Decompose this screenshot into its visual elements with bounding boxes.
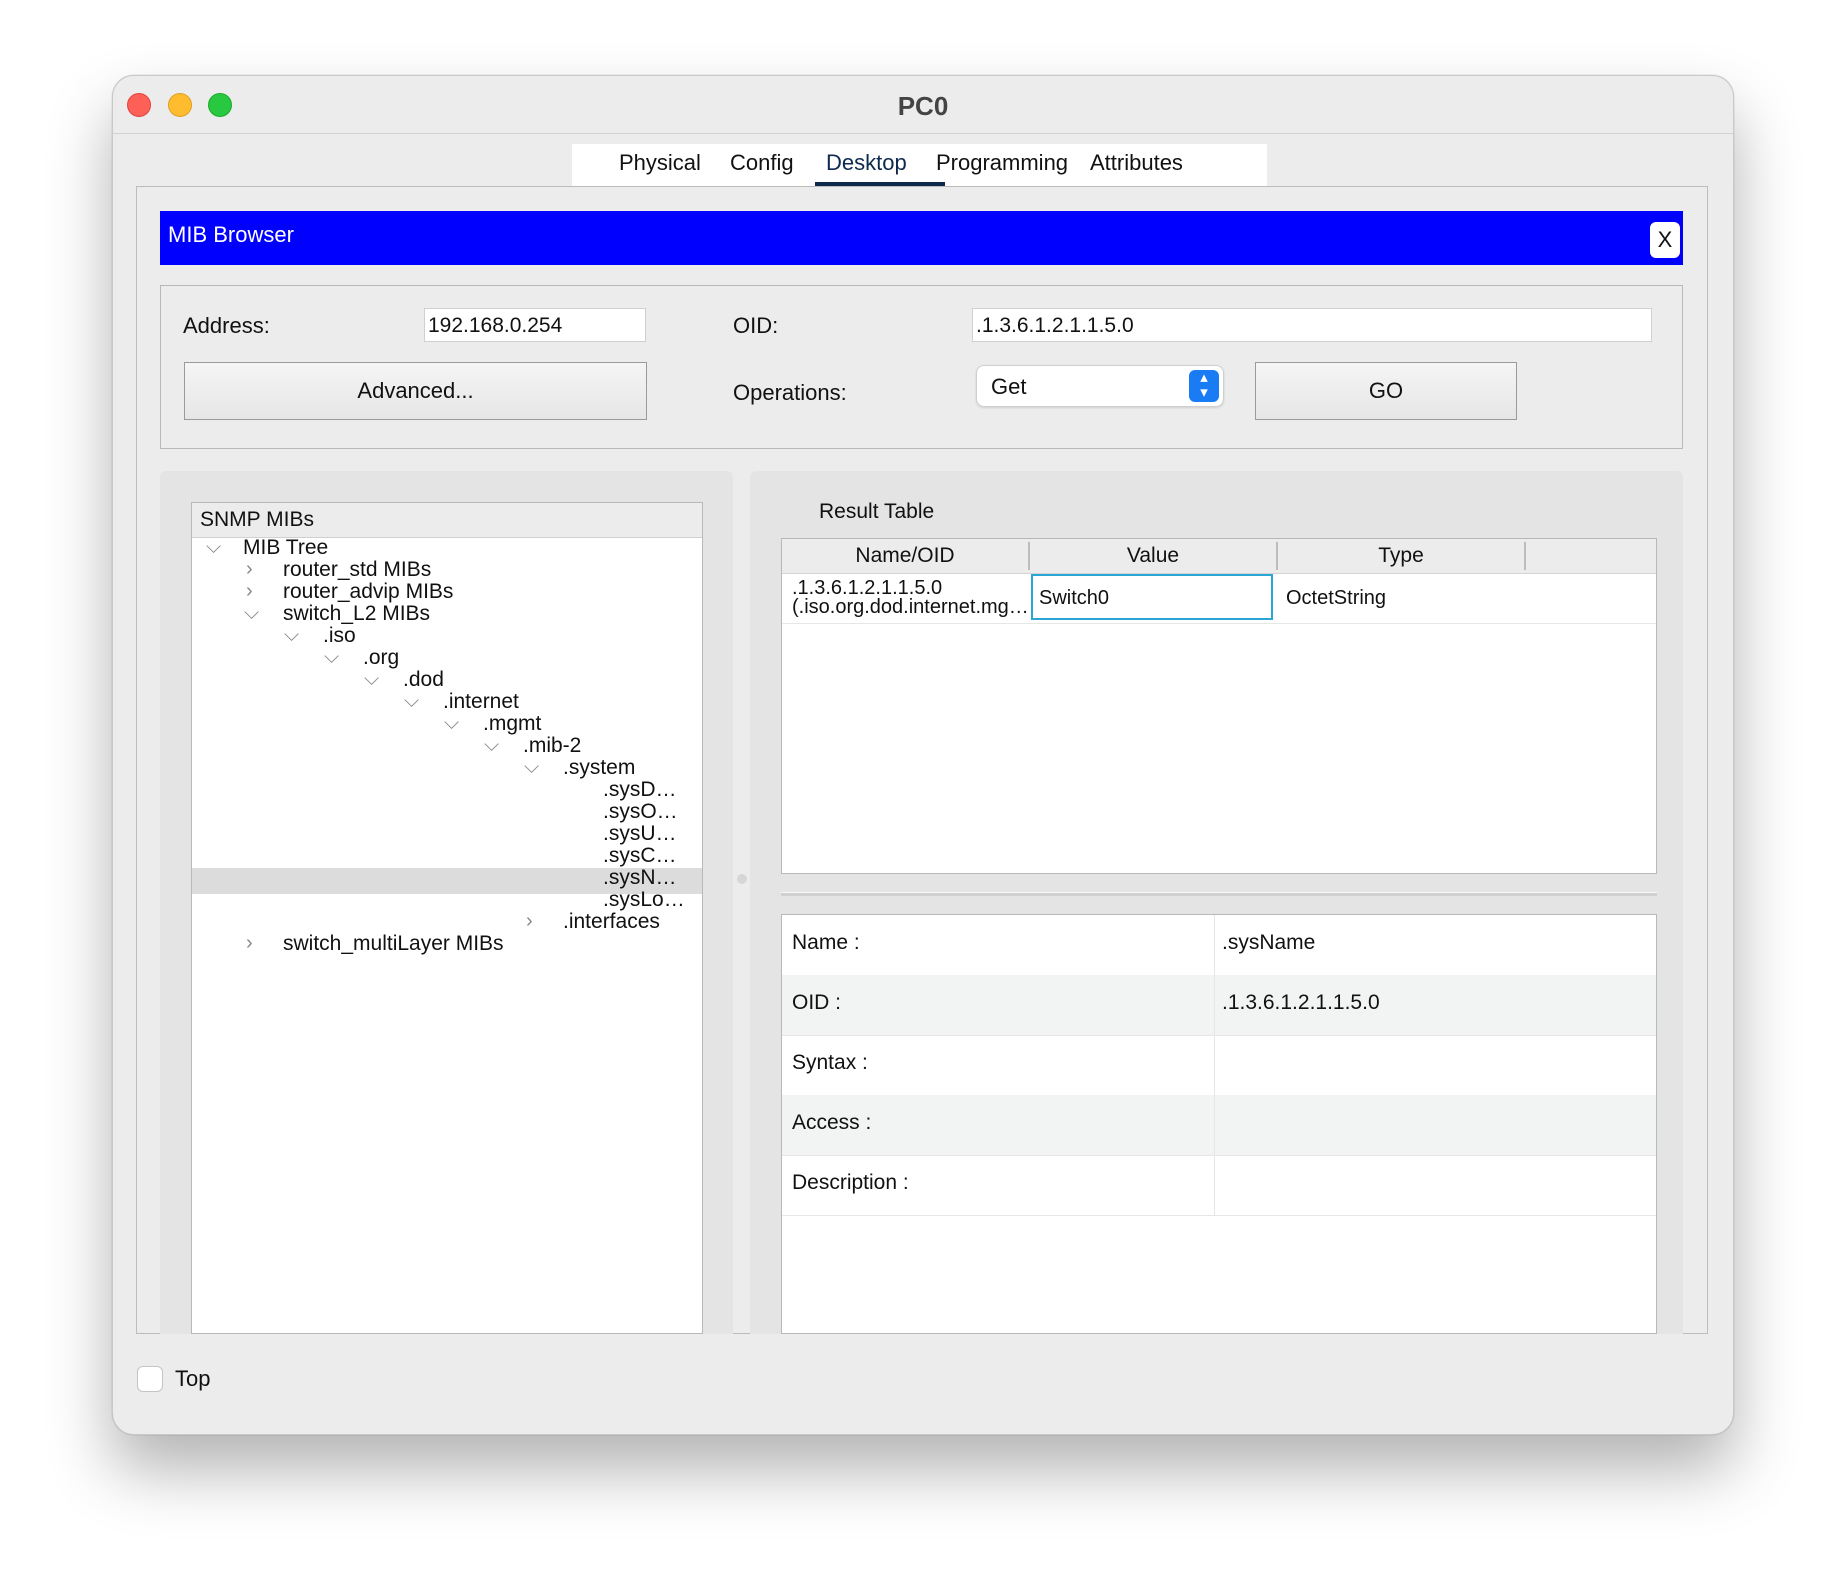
operations-label: Operations: [733, 380, 847, 405]
oid-input[interactable]: .1.3.6.1.2.1.1.5.0 [972, 308, 1652, 342]
result-table-title: Result Table [819, 500, 935, 523]
tab-programming[interactable]: Programming [936, 150, 1068, 176]
tree-node-sysdescr[interactable]: .sysD… [603, 778, 677, 802]
detail-key: Description : [792, 1171, 909, 1194]
address-input[interactable]: 192.168.0.254 [424, 308, 646, 342]
tree-node-mib-2[interactable]: .mib-2 [523, 734, 581, 758]
tree-node-router-std[interactable]: router_std MIBs [283, 558, 431, 582]
select-arrows-icon: ▴ ▾ [1189, 370, 1219, 402]
chevron-down-icon[interactable]: ⌵ [484, 734, 499, 757]
detail-row-oid: OID : .1.3.6.1.2.1.1.5.0 [782, 975, 1656, 1036]
query-parameters-group: Address: 192.168.0.254 OID: .1.3.6.1.2.1… [160, 285, 1683, 449]
tree-header: SNMP MIBs [192, 503, 702, 538]
chevron-down-icon[interactable]: ⌵ [404, 690, 419, 713]
tree-node-sysname[interactable]: .sysN… [603, 866, 677, 890]
tree-node-syslocation[interactable]: .sysLo… [603, 888, 685, 912]
tab-physical[interactable]: Physical [619, 150, 701, 176]
detail-key: Access : [792, 1111, 872, 1134]
tree-node-switch-l2[interactable]: switch_L2 MIBs [283, 602, 430, 626]
detail-key: OID : [792, 991, 842, 1014]
snmp-mib-tree[interactable]: SNMP MIBs ⌵ MIB Tree › router_std MIBs ›… [191, 502, 703, 1334]
tab-bar: Physical Config Desktop Programming Attr… [572, 144, 1267, 189]
operations-selected-value: Get [991, 374, 1027, 399]
chevron-right-icon[interactable]: › [526, 910, 533, 933]
title-divider [113, 133, 1733, 134]
detail-row-syntax: Syntax : [782, 1035, 1656, 1096]
tree-node-sysuptime[interactable]: .sysU… [603, 822, 677, 846]
table-row[interactable]: .1.3.6.1.2.1.1.5.0 (.iso.org.dod.interne… [782, 573, 1656, 624]
tree-node-iso[interactable]: .iso [323, 624, 356, 648]
result-table: Name/OID Value Type .1.3.6.1.2.1.1.5.0 (… [781, 538, 1657, 874]
column-header-value[interactable]: Value [1030, 539, 1276, 573]
go-button[interactable]: GO [1255, 362, 1517, 420]
tree-node-mgmt[interactable]: .mgmt [483, 712, 541, 736]
tree-node-router-advip[interactable]: router_advip MIBs [283, 580, 453, 604]
tree-header-label: SNMP MIBs [200, 508, 314, 531]
detail-column-separator [1214, 915, 1215, 975]
detail-column-separator [1214, 1095, 1215, 1155]
pc0-window: PC0 Physical Config Desktop Programming … [112, 75, 1734, 1435]
chevron-right-icon[interactable]: › [246, 932, 253, 955]
pane-divider[interactable] [781, 892, 1657, 896]
chevron-right-icon[interactable]: › [246, 558, 253, 581]
detail-column-separator [1214, 1035, 1215, 1095]
mib-browser-title: MIB Browser [168, 222, 294, 247]
tab-config[interactable]: Config [730, 150, 794, 176]
column-header-name-oid[interactable]: Name/OID [782, 539, 1028, 573]
tree-node-mib-tree[interactable]: MIB Tree [243, 536, 328, 560]
address-label: Address: [183, 313, 270, 338]
tree-node-syscontact[interactable]: .sysC… [603, 844, 677, 868]
chevron-down-icon[interactable]: ⌵ [444, 712, 459, 735]
tree-node-switch-multilayer[interactable]: switch_multiLayer MIBs [283, 932, 504, 956]
tab-desktop[interactable]: Desktop [826, 150, 907, 176]
chevron-down-icon[interactable]: ⌵ [206, 536, 221, 559]
chevron-right-icon[interactable]: › [246, 580, 253, 603]
result-value: Switch0 [1039, 587, 1110, 609]
title-bar[interactable]: PC0 [113, 76, 1733, 133]
detail-column-separator [1214, 975, 1215, 1035]
result-type: OctetString [1286, 587, 1387, 609]
oid-label: OID: [733, 313, 779, 338]
operations-select[interactable]: Get ▴ ▾ [976, 365, 1224, 407]
detail-row-name: Name : .sysName [782, 915, 1656, 976]
chevron-down-icon[interactable]: ⌵ [364, 668, 379, 691]
detail-key: Syntax : [792, 1051, 868, 1074]
splitter-handle[interactable] [737, 874, 747, 884]
tree-node-dod[interactable]: .dod [403, 668, 444, 692]
advanced-button[interactable]: Advanced... [184, 362, 647, 420]
detail-row-description: Description : [782, 1155, 1656, 1216]
detail-value: .sysName [1222, 931, 1316, 954]
chevron-down-icon[interactable]: ⌵ [284, 624, 299, 647]
tree-node-sysobjectid[interactable]: .sysO… [603, 800, 678, 824]
result-oid-name: (.iso.org.dod.internet.mg… [792, 596, 1029, 618]
close-mib-browser-button[interactable]: X [1650, 222, 1680, 258]
chevron-down-icon[interactable]: ⌵ [244, 602, 259, 625]
oid-details-table: Name : .sysName OID : .1.3.6.1.2.1.1.5.0… [781, 914, 1657, 1334]
tree-node-system[interactable]: .system [563, 756, 635, 780]
column-header-type[interactable]: Type [1278, 539, 1524, 573]
window-title: PC0 [897, 91, 949, 121]
detail-column-separator [1214, 1155, 1215, 1215]
tree-node-interfaces[interactable]: .interfaces [563, 910, 660, 934]
top-checkbox[interactable] [137, 1366, 163, 1392]
tab-attributes[interactable]: Attributes [1090, 150, 1183, 176]
tree-node-org[interactable]: .org [363, 646, 399, 670]
column-separator[interactable] [1524, 542, 1526, 570]
chevron-down-icon[interactable]: ⌵ [524, 756, 539, 779]
mib-browser-titlebar: MIB Browser X [160, 211, 1683, 265]
tree-node-internet[interactable]: .internet [443, 690, 519, 714]
result-table-header: Name/OID Value Type [782, 539, 1656, 574]
chevron-down-icon[interactable]: ⌵ [324, 646, 339, 669]
detail-key: Name : [792, 931, 860, 954]
result-value-cell[interactable]: Switch0 [1031, 574, 1273, 620]
top-checkbox-label[interactable]: Top [175, 1366, 210, 1392]
detail-row-access: Access : [782, 1095, 1656, 1156]
detail-value: .1.3.6.1.2.1.1.5.0 [1222, 991, 1380, 1014]
